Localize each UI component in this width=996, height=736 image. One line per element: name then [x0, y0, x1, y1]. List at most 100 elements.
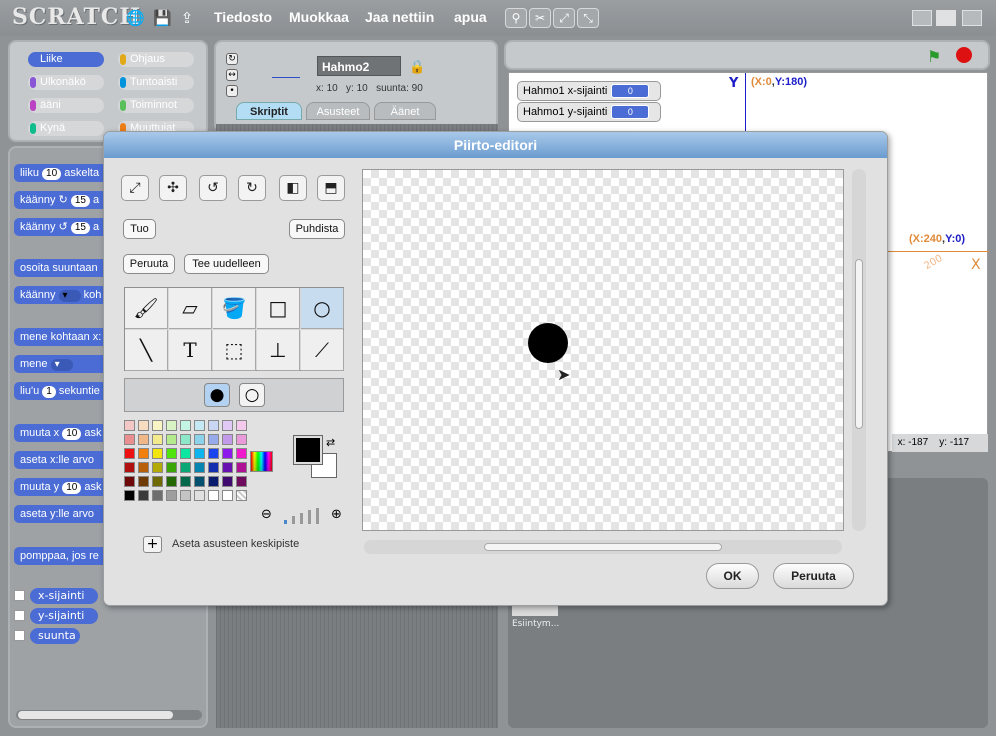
stop-icon[interactable] [956, 47, 972, 63]
small-stage-icon[interactable] [912, 10, 932, 26]
point-towards-block[interactable]: käänny ▾ koh [14, 286, 108, 304]
select-icon[interactable]: ⬚ [213, 330, 256, 371]
category-motion[interactable]: Liike [28, 52, 104, 67]
palette-swatch[interactable] [166, 462, 177, 473]
globe-icon[interactable]: 🌐 [126, 9, 145, 27]
palette-swatch[interactable] [222, 490, 233, 501]
menu-share[interactable]: Jaa nettiin [365, 9, 434, 25]
palette-swatch[interactable] [166, 420, 177, 431]
eyedropper-icon[interactable]: ⟋ [301, 330, 344, 371]
palette-swatch[interactable] [222, 448, 233, 459]
menu-help[interactable]: apua [454, 9, 487, 25]
drawn-ellipse[interactable] [528, 323, 568, 363]
turn-right-block[interactable]: käänny ↻ 15 a [14, 191, 108, 209]
palette-swatch[interactable] [236, 490, 247, 501]
canvas-vscroll-thumb[interactable] [855, 259, 863, 429]
palette-swatch[interactable] [124, 490, 135, 501]
palette-swatch[interactable] [222, 434, 233, 445]
palette-swatch[interactable] [194, 462, 205, 473]
palette-swatch[interactable] [152, 490, 163, 501]
paintbrush-icon[interactable]: 🖌 [125, 288, 168, 329]
zoom-out-icon[interactable]: ⊖ [261, 507, 272, 522]
tab-sounds[interactable]: Äänet [374, 102, 436, 120]
change-y-block[interactable]: muuta y 10 ask [14, 478, 108, 496]
monitor-x-position[interactable]: Hahmo1 x-sijainti 0 [517, 81, 661, 101]
palette-swatch[interactable] [138, 448, 149, 459]
import-button[interactable]: Tuo [123, 219, 156, 239]
category-sensing[interactable]: Tuntoaisti [118, 75, 194, 90]
flip-horizontal-icon[interactable]: ◧ [279, 175, 307, 201]
menu-file[interactable]: Tiedosto [214, 9, 272, 25]
palette-swatch[interactable] [152, 434, 163, 445]
grow-tool-icon[interactable]: ⤢ [553, 8, 575, 28]
x-position-checkbox[interactable] [14, 590, 25, 601]
zoom-level[interactable] [284, 508, 324, 524]
canvas-hscroll-thumb[interactable] [484, 543, 722, 551]
grow-icon[interactable]: ⤢ [121, 175, 149, 201]
palette-swatch[interactable] [152, 476, 163, 487]
palette-swatch[interactable] [194, 476, 205, 487]
palette-swatch[interactable] [124, 462, 135, 473]
category-operators[interactable]: Toiminnot [118, 98, 194, 113]
palette-swatch[interactable] [236, 448, 247, 459]
palette-swatch[interactable] [166, 448, 177, 459]
palette-swatch[interactable] [180, 434, 191, 445]
palette-swatch[interactable] [194, 434, 205, 445]
zoom-in-icon[interactable]: ⊕ [331, 507, 342, 522]
category-looks[interactable]: Ulkonäkö [28, 75, 104, 90]
rectangle-icon[interactable]: □ [257, 288, 300, 329]
rotate-cw-icon[interactable]: ↻ [238, 175, 266, 201]
direction-indicator[interactable] [272, 70, 300, 78]
shrink-icon[interactable]: ✣ [159, 175, 187, 201]
palette-swatch[interactable] [208, 462, 219, 473]
palette-swatch[interactable] [222, 420, 233, 431]
category-sound[interactable]: ääni [28, 98, 104, 113]
palette-swatch[interactable] [138, 490, 149, 501]
eraser-icon[interactable]: ▱ [169, 288, 212, 329]
direction-reporter[interactable]: suunta [30, 628, 80, 644]
delete-tool-icon[interactable]: ✂ [529, 8, 551, 28]
x-position-reporter[interactable]: x-sijainti [30, 588, 98, 604]
menu-edit[interactable]: Muokkaa [289, 9, 349, 25]
stamp-icon[interactable]: ⊥ [257, 330, 300, 371]
set-x-block[interactable]: aseta x:lle arvo [14, 451, 108, 469]
palette-swatch[interactable] [208, 490, 219, 501]
palette-swatch[interactable] [194, 420, 205, 431]
category-pen[interactable]: Kynä [28, 121, 104, 136]
palette-swatch[interactable] [124, 434, 135, 445]
move-block[interactable]: liiku 10 askelta [14, 164, 108, 182]
cancel-button[interactable]: Peruuta [773, 563, 854, 589]
palette-swatch[interactable] [222, 462, 233, 473]
palette-swatch[interactable] [208, 420, 219, 431]
fill-bucket-icon[interactable]: 🪣 [213, 288, 256, 329]
canvas-vscrollbar[interactable] [852, 169, 866, 531]
tab-scripts[interactable]: Skriptit [236, 102, 302, 120]
palette-swatch[interactable] [236, 420, 247, 431]
y-position-reporter[interactable]: y-sijainti [30, 608, 98, 624]
palette-swatch[interactable] [152, 462, 163, 473]
shrink-tool-icon[interactable]: ⤡ [577, 8, 599, 28]
palette-swatch[interactable] [138, 476, 149, 487]
palette-swatch[interactable] [124, 476, 135, 487]
flip-style-icon[interactable]: ↔ [226, 69, 238, 81]
palette-swatch[interactable] [236, 476, 247, 487]
palette-swatch[interactable] [208, 448, 219, 459]
filled-shape-icon[interactable]: ● [204, 383, 230, 407]
palette-swatch[interactable] [222, 476, 233, 487]
ok-button[interactable]: OK [706, 563, 759, 589]
palette-swatch[interactable] [180, 490, 191, 501]
duplicate-tool-icon[interactable]: ⚲ [505, 8, 527, 28]
share-icon[interactable]: ⇪ [178, 9, 196, 27]
palette-swatch[interactable] [180, 420, 191, 431]
palette-swatch[interactable] [138, 434, 149, 445]
palette-swatch[interactable] [124, 448, 135, 459]
palette-swatch[interactable] [138, 462, 149, 473]
clear-button[interactable]: Puhdista [289, 219, 345, 239]
change-x-block[interactable]: muuta x 10 ask [14, 424, 108, 442]
set-y-block[interactable]: aseta y:lle arvo [14, 505, 108, 523]
palette-swatch[interactable] [208, 476, 219, 487]
palette-swatch[interactable] [152, 448, 163, 459]
color-picker-icon[interactable] [250, 451, 273, 472]
foreground-color-swatch[interactable] [293, 435, 323, 465]
bounce-block[interactable]: pomppaa, jos re [14, 547, 108, 565]
